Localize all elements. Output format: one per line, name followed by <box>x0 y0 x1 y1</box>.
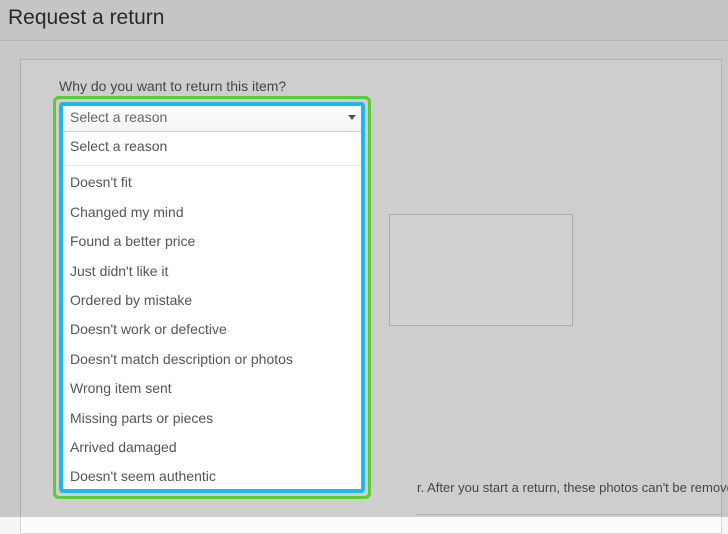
reason-select-value: Select a reason <box>70 109 167 125</box>
reason-dropdown: Select a reason Doesn't fit Changed my m… <box>59 132 365 493</box>
reason-option[interactable]: Wrong item sent <box>60 374 364 403</box>
reason-option[interactable]: Found a better price <box>60 227 364 256</box>
reason-select-container: Select a reason Select a reason Doesn't … <box>59 102 365 493</box>
reason-option[interactable]: Doesn't work or defective <box>60 315 364 344</box>
caret-down-icon <box>348 115 356 120</box>
photo-notice-fragment: r. After you start a return, these photo… <box>417 480 728 495</box>
photo-notice-text: r. After you start a return, these photo… <box>417 480 728 495</box>
reason-question-label: Why do you want to return this item? <box>59 78 699 94</box>
return-form-panel: Why do you want to return this item? Sel… <box>20 59 722 534</box>
reason-option[interactable]: Ordered by mistake <box>60 286 364 315</box>
reason-option[interactable]: Doesn't seem authentic <box>60 462 364 491</box>
reason-option[interactable]: Just didn't like it <box>60 257 364 286</box>
reason-option[interactable]: Select a reason <box>60 132 364 161</box>
reason-option[interactable]: Changed my mind <box>60 198 364 227</box>
comments-textarea[interactable] <box>389 214 573 326</box>
divider <box>417 514 721 515</box>
dropdown-separator <box>60 165 364 166</box>
reason-option[interactable]: Missing parts or pieces <box>60 404 364 433</box>
reason-option[interactable]: Doesn't match description or photos <box>60 345 364 374</box>
reason-option[interactable]: Doesn't fit <box>60 168 364 197</box>
page-title: Request a return <box>8 6 728 30</box>
title-bar: Request a return <box>0 0 728 41</box>
reason-select[interactable]: Select a reason <box>59 102 365 132</box>
reason-option[interactable]: Arrived damaged <box>60 433 364 462</box>
